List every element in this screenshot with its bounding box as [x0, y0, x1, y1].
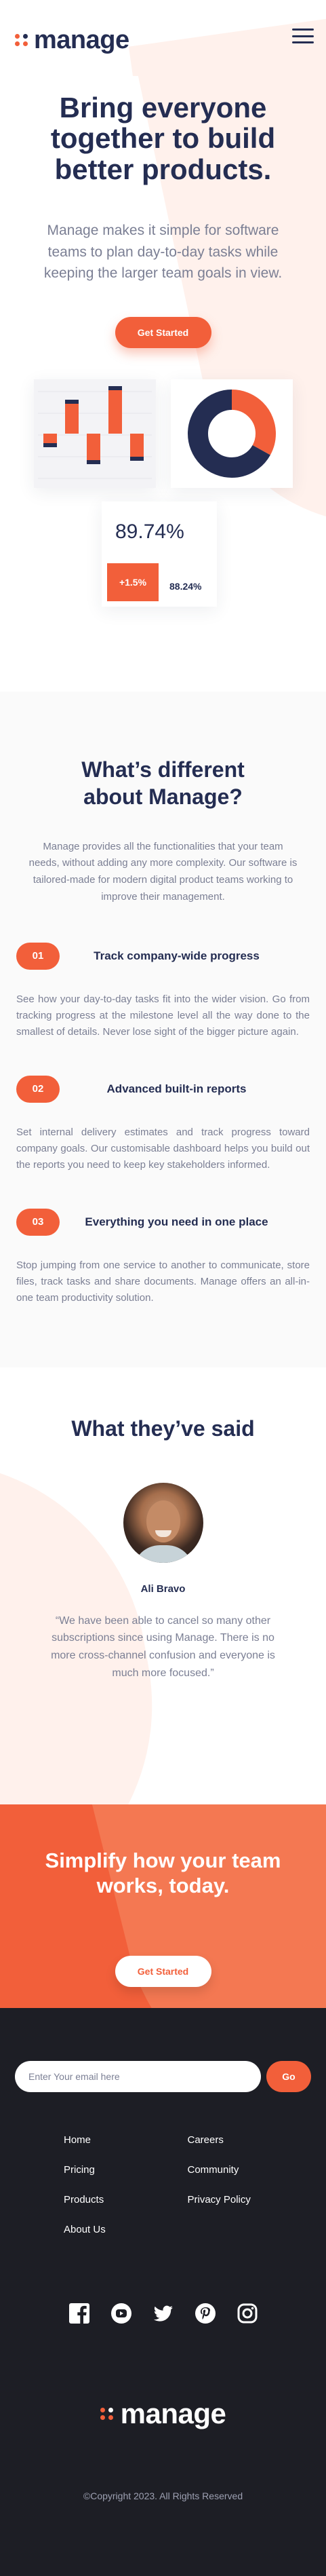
- feature-description: Set internal delivery estimates and trac…: [16, 1126, 310, 1171]
- cta-section: Simplify how your team works, today. Get…: [0, 1804, 326, 2009]
- bar-chart-bar: [65, 399, 79, 434]
- bar-chart-bar-cap: [108, 385, 122, 390]
- logo-mark-icon: [15, 34, 28, 46]
- copyright-text: ©Copyright 2023. All Rights Reserved: [83, 2490, 243, 2502]
- feature-item: 03 Everything you need in one place Stop…: [16, 1208, 310, 1306]
- feature-number-badge: 03: [16, 1208, 60, 1236]
- avatar: [123, 1482, 203, 1563]
- hero-title: Bring everyone together to build better …: [50, 92, 276, 185]
- donut-chart-graphic: [188, 389, 276, 478]
- feature-title: Everything you need in one place: [85, 1215, 268, 1228]
- stat-value: 89.74%: [115, 520, 184, 543]
- hero-subtitle: Manage makes it simple for software team…: [43, 223, 283, 282]
- bar-chart-graphic: [38, 385, 152, 479]
- footer-link-careers[interactable]: Careers: [188, 2134, 312, 2146]
- youtube-icon[interactable]: [110, 2302, 133, 2325]
- social-links: [15, 2302, 311, 2325]
- cta-get-started-button[interactable]: Get Started: [115, 1955, 211, 1987]
- email-input[interactable]: [15, 2061, 261, 2093]
- footer-link-about-us[interactable]: About Us: [64, 2224, 188, 2235]
- pinterest-icon[interactable]: [194, 2302, 217, 2325]
- feature-number-badge: 02: [16, 1075, 60, 1103]
- feature-description: Stop jumping from one service to another…: [16, 1259, 310, 1304]
- stat-card: 89.74% +1.5% 88.24%: [102, 501, 217, 607]
- features-title: What’s different about Manage?: [81, 757, 245, 809]
- hero-illustration: 89.74% +1.5% 88.24%: [0, 379, 326, 630]
- donut-chart-card: [171, 379, 293, 488]
- footer-brand-name: manage: [120, 2398, 226, 2430]
- feature-header: 03 Everything you need in one place: [16, 1208, 310, 1236]
- feature-description: See how your day-to-day tasks fit into t…: [16, 993, 310, 1038]
- footer-link-privacy-policy[interactable]: Privacy Policy: [188, 2194, 312, 2205]
- feature-item: 02 Advanced built-in reports Set interna…: [16, 1075, 310, 1173]
- feature-item: 01 Track company-wide progress See how y…: [16, 942, 310, 1040]
- brand-name: manage: [34, 26, 129, 54]
- site-header: manage: [0, 0, 326, 76]
- features-intro: Manage provides all the functionalities …: [28, 840, 298, 903]
- brand-logo[interactable]: manage: [15, 27, 129, 53]
- header-background-shape: [128, 12, 326, 76]
- bar-chart-card: [34, 379, 156, 488]
- hamburger-icon[interactable]: [292, 29, 314, 43]
- footer-link-pricing[interactable]: Pricing: [64, 2164, 188, 2176]
- feature-title: Advanced built-in reports: [106, 1082, 247, 1095]
- feature-header: 02 Advanced built-in reports: [16, 1075, 310, 1103]
- bar-chart-bar-cap: [43, 442, 57, 447]
- cta-title: Simplify how your team works, today.: [45, 1849, 281, 1898]
- testimonial-quote: “We have been able to cancel so many oth…: [51, 1614, 275, 1680]
- bar-chart-bar-cap: [87, 459, 100, 464]
- stat-secondary-value: 88.24%: [169, 580, 202, 592]
- go-button[interactable]: Go: [266, 2061, 311, 2093]
- stat-change-badge: +1.5%: [107, 563, 159, 601]
- bar-chart-bar: [108, 385, 122, 434]
- testimonial-author: Ali Bravo: [140, 1583, 186, 1595]
- instagram-icon[interactable]: [236, 2302, 259, 2325]
- bar-chart-bar: [87, 433, 100, 464]
- testimonials-title: What they’ve said: [71, 1416, 255, 1441]
- feature-number-badge: 01: [16, 942, 60, 970]
- feature-list: 01 Track company-wide progress See how y…: [16, 942, 310, 1306]
- footer-link-products[interactable]: Products: [64, 2194, 188, 2205]
- footer-link-community[interactable]: Community: [188, 2164, 312, 2176]
- bar-chart-bar-cap: [65, 399, 79, 404]
- bar-chart-bar-cap: [130, 456, 144, 461]
- logo-mark-icon: [100, 2408, 114, 2421]
- feature-header: 01 Track company-wide progress: [16, 942, 310, 970]
- newsletter-form: Go: [15, 2061, 311, 2093]
- features-section: What’s different about Manage? Manage pr…: [0, 691, 326, 1367]
- site-footer: Go Home Careers Pricing Community Produc…: [0, 2008, 326, 2576]
- feature-title: Track company-wide progress: [94, 949, 260, 962]
- facebook-icon[interactable]: [68, 2302, 91, 2325]
- hero-section: Bring everyone together to build better …: [0, 76, 326, 692]
- testimonials-section: What they’ve said Ali Bravo “We have bee…: [0, 1367, 326, 1805]
- footer-nav: Home Careers Pricing Community Products …: [15, 2134, 311, 2235]
- footer-link-home[interactable]: Home: [64, 2134, 188, 2146]
- footer-brand-logo[interactable]: manage: [15, 2400, 311, 2428]
- get-started-button[interactable]: Get Started: [115, 316, 211, 348]
- twitter-icon[interactable]: [152, 2302, 175, 2325]
